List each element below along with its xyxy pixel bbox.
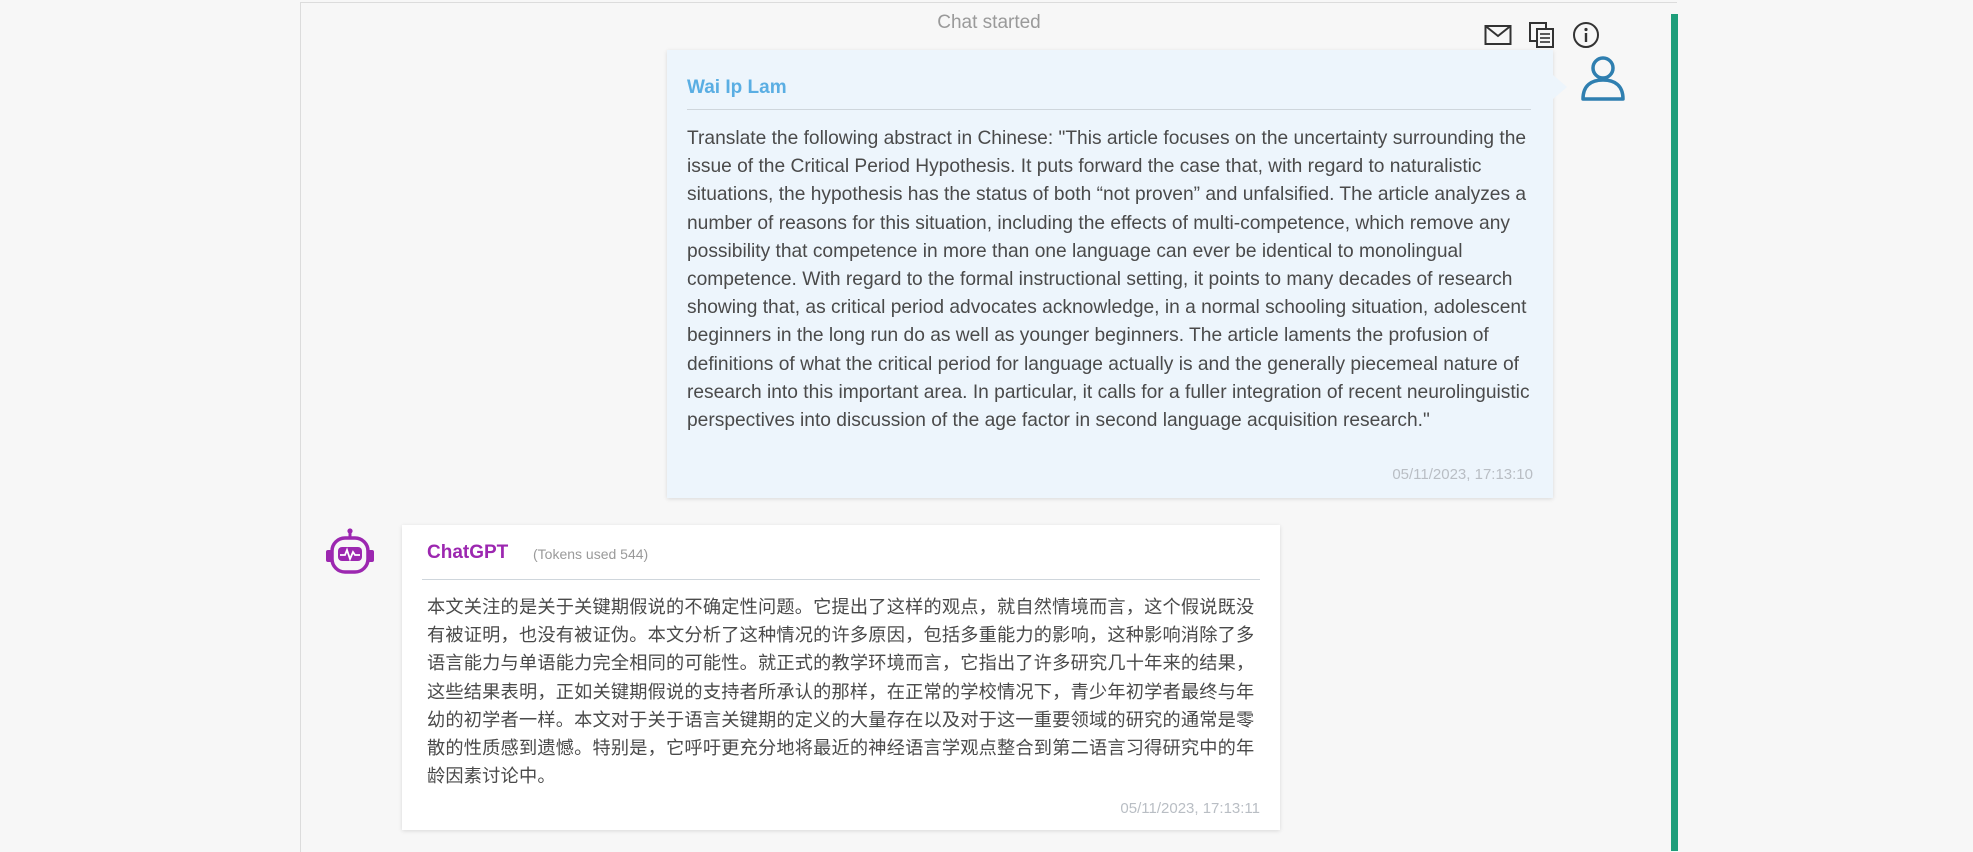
robot-icon — [324, 528, 376, 581]
message-timestamp: 05/11/2023, 17:13:11 — [1120, 800, 1260, 817]
message-text: 本文关注的是关于关键期假说的不确定性问题。它提出了这样的观点，就自然情境而言，这… — [427, 597, 1255, 787]
message-timestamp: 05/11/2023, 17:13:10 — [1392, 466, 1533, 483]
bot-message-bubble: ChatGPT (Tokens used 544) 本文关注的是关于关键期假说的… — [402, 525, 1280, 830]
bubble-tail — [1553, 75, 1567, 99]
message-sender-name: ChatGPT — [427, 542, 509, 563]
copy-icon[interactable] — [1527, 20, 1557, 50]
info-icon[interactable] — [1571, 20, 1601, 50]
message-text: Translate the following abstract in Chin… — [687, 128, 1530, 432]
chat-started-label: Chat started — [937, 12, 1041, 33]
divider — [687, 109, 1531, 110]
mail-icon[interactable] — [1483, 20, 1513, 50]
divider — [422, 579, 1260, 580]
user-message-bubble: Wai Ip Lam Translate the following abstr… — [667, 50, 1553, 498]
message-toolbar — [1483, 20, 1601, 50]
token-count: (Tokens used 544) — [533, 546, 649, 562]
panel-accent-bar — [1671, 14, 1678, 851]
user-icon — [1578, 52, 1628, 107]
message-sender-name: Wai Ip Lam — [687, 77, 787, 98]
